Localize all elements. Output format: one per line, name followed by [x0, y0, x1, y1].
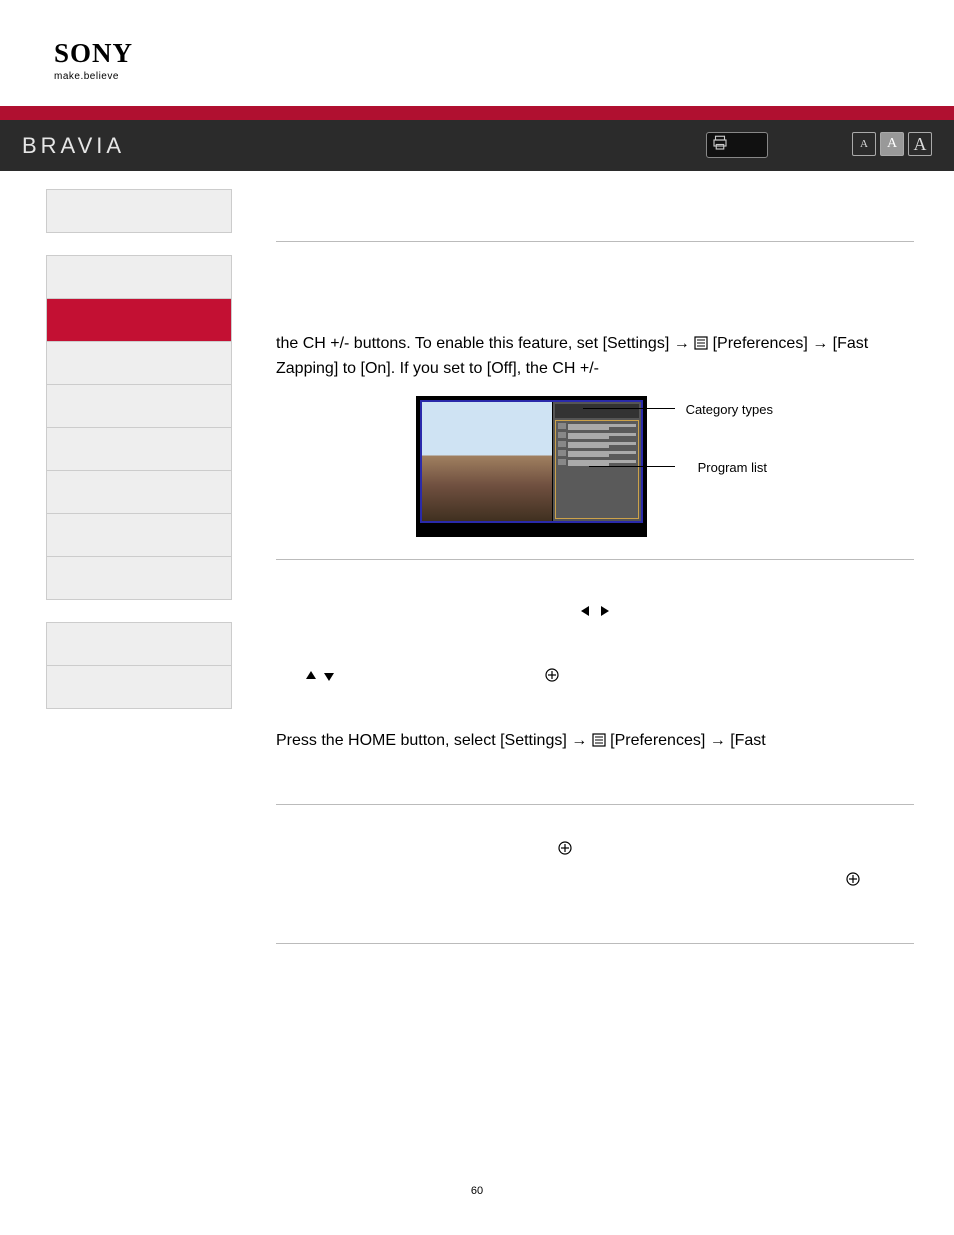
print-icon: [707, 134, 729, 157]
sidebar-group-1: [46, 189, 232, 233]
arrow-right-icon: [597, 603, 611, 620]
sidebar-group-3: [46, 622, 232, 709]
paragraph-home-settings: Press the HOME button, select [Settings]…: [276, 729, 914, 754]
circle-plus-icon: [558, 840, 572, 857]
sidebar-item[interactable]: [47, 471, 231, 514]
sidebar-item[interactable]: [47, 385, 231, 428]
callout-program-list: Program list: [698, 458, 767, 478]
product-line-title: BRAVIA: [22, 133, 125, 159]
main-content: the CH +/- buttons. To enable this featu…: [230, 171, 954, 966]
sidebar-item[interactable]: [47, 666, 231, 708]
callout-category-types: Category types: [686, 400, 773, 420]
text-segment: [Preferences] → [Fast: [610, 732, 766, 749]
sidebar-item[interactable]: [47, 256, 231, 299]
brand-wordmark: SONY: [54, 38, 954, 69]
title-bar: BRAVIA A A A: [0, 120, 954, 171]
logo-area: SONY make.believe: [0, 0, 954, 90]
paragraph-fast-zapping: the CH +/- buttons. To enable this featu…: [276, 332, 914, 382]
font-size-medium-button[interactable]: A: [880, 132, 904, 156]
divider: [276, 804, 914, 805]
divider: [276, 559, 914, 560]
circle-plus-row-right: [276, 868, 914, 893]
print-button[interactable]: [706, 132, 768, 158]
divider: [276, 241, 914, 242]
circle-plus-row: [276, 837, 914, 862]
program-pane: [553, 402, 641, 521]
preview-thumbnail: [422, 402, 553, 521]
sidebar-item[interactable]: [47, 623, 231, 666]
sidebar-item[interactable]: [47, 342, 231, 385]
sidebar-item[interactable]: [47, 428, 231, 471]
arrow-down-icon: [322, 667, 336, 684]
circle-plus-icon: [545, 667, 559, 684]
sidebar-nav: [0, 171, 230, 709]
preferences-icon: [694, 335, 708, 352]
arrow-up-icon: [304, 667, 318, 684]
font-size-buttons: A A A: [852, 132, 932, 156]
divider: [276, 943, 914, 944]
font-size-large-button[interactable]: A: [908, 132, 932, 156]
arrow-up-down-plus-row: [276, 664, 914, 689]
text-segment: Press the HOME button, select [Settings]…: [276, 732, 592, 749]
circle-plus-icon: [846, 871, 860, 888]
category-bar: [555, 404, 639, 418]
arrow-left-right-row: [276, 600, 914, 625]
sidebar-item[interactable]: [47, 514, 231, 557]
sidebar-group-2: [46, 255, 232, 600]
example-screenshot: Category types Program list: [416, 396, 914, 537]
sidebar-item[interactable]: [47, 557, 231, 599]
text-segment: the CH +/- buttons. To enable this featu…: [276, 335, 694, 352]
accent-strip: [0, 106, 954, 120]
arrow-left-icon: [579, 603, 593, 620]
sidebar-item-active[interactable]: [47, 299, 231, 342]
sidebar-item[interactable]: [47, 190, 231, 232]
page-number: 60: [0, 1185, 954, 1197]
preferences-icon: [592, 732, 606, 749]
brand-tagline: make.believe: [54, 71, 954, 82]
program-list: [555, 420, 639, 519]
font-size-small-button[interactable]: A: [852, 132, 876, 156]
